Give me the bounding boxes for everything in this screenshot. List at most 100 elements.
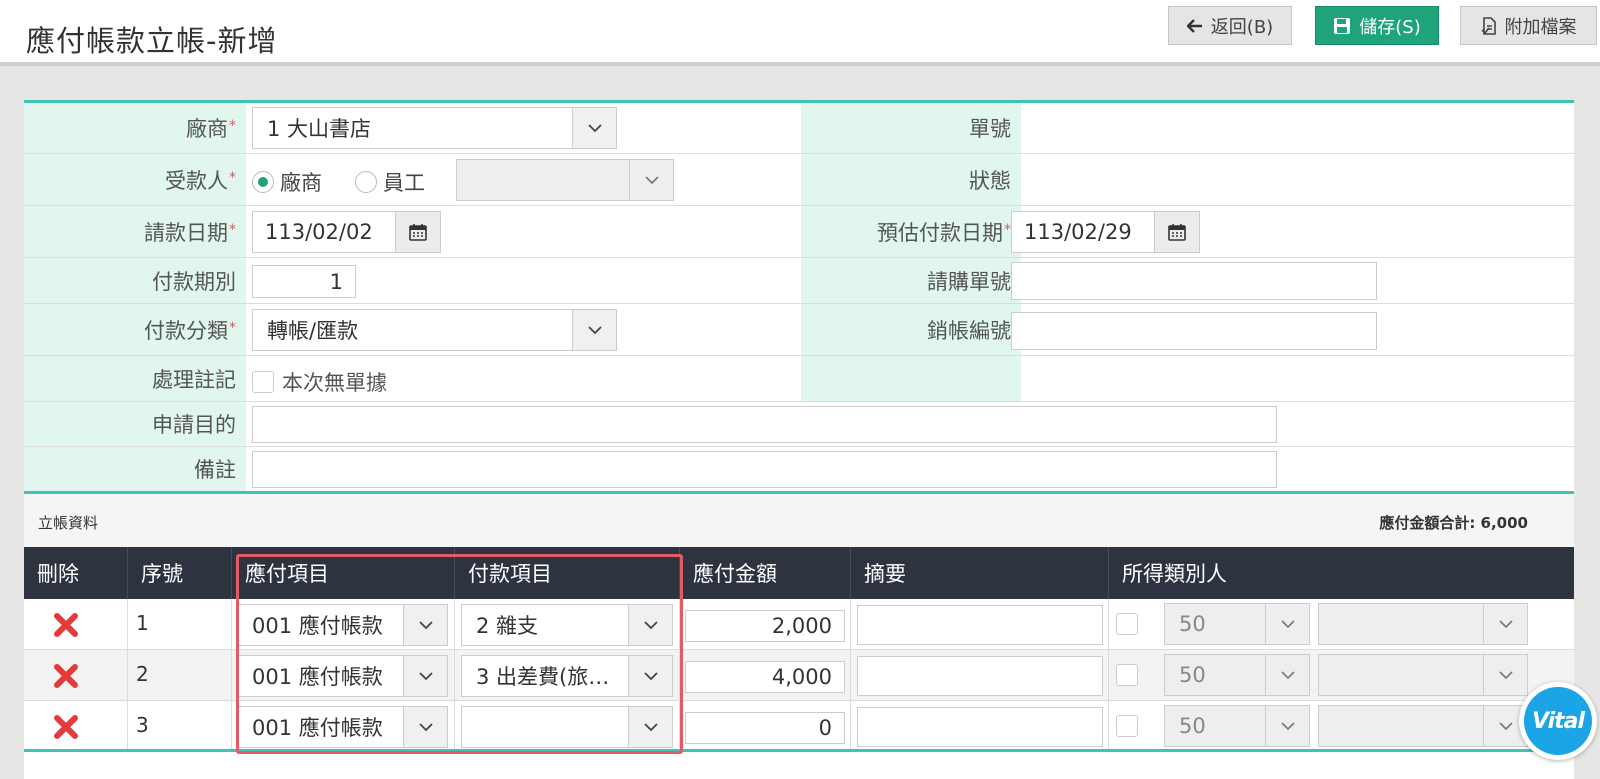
pay-item-select[interactable]: 3 出差費(旅…	[461, 655, 673, 697]
writeoff-no-label: 銷帳編號	[801, 304, 1021, 355]
chevron-down-icon[interactable]	[1265, 655, 1309, 695]
income-type-select[interactable]: 50	[1164, 654, 1310, 696]
vital-chat-button[interactable]: Vital	[1519, 682, 1597, 760]
x-icon[interactable]	[52, 611, 80, 639]
floppy-disk-icon	[1334, 17, 1351, 34]
est-pay-date-input[interactable]: 113/02/29	[1011, 211, 1157, 253]
row-seq: 2	[128, 650, 232, 700]
amount-input[interactable]: 0	[685, 712, 845, 744]
no-receipt-checkbox[interactable]: 本次無單據	[252, 367, 387, 397]
total-amount-text: 應付金額合計: 6,000	[1379, 514, 1528, 532]
writeoff-no-input[interactable]	[1011, 312, 1377, 350]
col-header-delete: 刪除	[24, 547, 128, 599]
est-pay-date-label: 預估付款日期 *	[801, 206, 1021, 257]
item-select-value: 001 應付帳款	[252, 716, 383, 740]
back-button-label: 返回(B)	[1210, 16, 1274, 38]
summary-input[interactable]	[857, 605, 1103, 645]
summary-input[interactable]	[857, 707, 1103, 747]
income-type-select[interactable]: 50	[1164, 603, 1310, 645]
purpose-label: 申請目的	[24, 402, 246, 446]
remark-input[interactable]	[252, 451, 1277, 488]
purpose-input[interactable]	[252, 406, 1277, 443]
chevron-down-icon[interactable]	[1483, 604, 1527, 644]
payee-radio-vendor-label: 廠商	[280, 171, 322, 195]
form-row-category: 付款分類 * 轉帳/匯款 銷帳編號	[24, 304, 1574, 356]
request-date-label: 請款日期 *	[24, 206, 246, 257]
calendar-icon[interactable]	[395, 211, 441, 253]
table-row: 3 001 應付帳款 0 50	[24, 701, 1574, 749]
item-select[interactable]: 001 應付帳款	[237, 706, 448, 748]
note-mark-label: 處理註記	[24, 356, 246, 401]
amount-input[interactable]: 4,000	[685, 661, 845, 693]
section-title: 立帳資料	[38, 514, 99, 532]
col-header-seq: 序號	[128, 547, 232, 599]
pay-item-select[interactable]	[461, 706, 673, 748]
checkbox-unchecked-icon[interactable]	[252, 371, 274, 393]
pay-item-select-value: 2 雜支	[476, 614, 539, 638]
employee-select[interactable]	[456, 159, 674, 201]
table-row: 2 001 應付帳款 3 出差費(旅… 4,000 50	[24, 650, 1574, 701]
chevron-down-icon[interactable]	[628, 707, 672, 747]
period-label: 付款期別	[24, 258, 246, 303]
income-type-select[interactable]: 50	[1164, 705, 1310, 747]
chevron-down-icon[interactable]	[1483, 655, 1527, 695]
income-person-select[interactable]	[1318, 654, 1528, 696]
income-checkbox[interactable]	[1116, 715, 1138, 737]
save-button[interactable]: 儲存(S)	[1315, 6, 1439, 45]
chevron-down-icon[interactable]	[572, 310, 616, 350]
calendar-icon[interactable]	[1154, 211, 1200, 253]
arrow-left-icon	[1186, 18, 1202, 33]
form-row-payee: 受款人 * 廠商 員工 狀態	[24, 154, 1574, 206]
request-date-input[interactable]: 113/02/02	[252, 211, 398, 253]
pay-item-select-value: 3 出差費(旅…	[476, 665, 610, 689]
chevron-down-icon[interactable]	[628, 605, 672, 645]
x-icon[interactable]	[52, 713, 80, 741]
chevron-down-icon[interactable]	[1265, 706, 1309, 746]
item-select-value: 001 應付帳款	[252, 665, 383, 689]
pay-item-select[interactable]: 2 雜支	[461, 604, 673, 646]
attach-file-button-label: 附加檔案	[1504, 16, 1577, 38]
chevron-down-icon[interactable]	[628, 656, 672, 696]
income-checkbox[interactable]	[1116, 664, 1138, 686]
pay-category-select[interactable]: 轉帳/匯款	[252, 309, 617, 351]
chevron-down-icon[interactable]	[629, 160, 673, 200]
amount-input[interactable]: 2,000	[685, 610, 845, 642]
chevron-down-icon[interactable]	[572, 108, 616, 148]
col-header-income-type: 所得類別人	[1122, 562, 1227, 586]
income-person-select[interactable]	[1318, 705, 1528, 747]
no-receipt-label: 本次無單據	[282, 371, 387, 395]
col-header-amount: 應付金額	[680, 547, 851, 599]
row-seq: 3	[128, 701, 232, 749]
item-select[interactable]: 001 應付帳款	[237, 655, 448, 697]
pay-category-label: 付款分類 *	[24, 304, 246, 355]
purchase-no-input[interactable]	[1011, 262, 1377, 300]
income-type-select-value: 50	[1179, 714, 1206, 738]
vendor-label: 廠商 *	[24, 103, 246, 153]
income-person-select[interactable]	[1318, 603, 1528, 645]
table-bottom-line	[24, 749, 1574, 752]
radio-unselected-icon[interactable]	[355, 171, 377, 193]
form-row-purpose: 申請目的	[24, 402, 1574, 447]
form-row-period: 付款期別 1 請購單號	[24, 258, 1574, 304]
attach-file-button[interactable]: 附加檔案	[1460, 6, 1597, 45]
chevron-down-icon[interactable]	[1265, 604, 1309, 644]
period-input[interactable]: 1	[252, 265, 356, 298]
form-card: 廠商 * 1 大山書店 單號 受款人 * 廠商 員工 狀態 請款日期 * 113/02…	[24, 100, 1574, 779]
chevron-down-icon[interactable]	[403, 605, 447, 645]
radio-selected-icon[interactable]	[252, 171, 274, 193]
col-header-summary: 摘要	[851, 547, 1109, 599]
summary-input[interactable]	[857, 656, 1103, 696]
x-icon[interactable]	[52, 662, 80, 690]
payee-radio-vendor[interactable]: 廠商	[252, 167, 322, 197]
vendor-select[interactable]: 1 大山書店	[252, 107, 617, 149]
payee-radio-employee[interactable]: 員工	[355, 167, 425, 197]
back-button[interactable]: 返回(B)	[1168, 6, 1292, 45]
purchase-no-label: 請購單號	[801, 258, 1021, 303]
form-row-dates: 請款日期 * 113/02/02 預估付款日期 * 113/02/29	[24, 206, 1574, 258]
chevron-down-icon[interactable]	[403, 707, 447, 747]
item-select[interactable]: 001 應付帳款	[237, 604, 448, 646]
income-checkbox[interactable]	[1116, 613, 1138, 635]
item-select-value: 001 應付帳款	[252, 614, 383, 638]
vital-logo-icon: Vital	[1524, 687, 1592, 755]
chevron-down-icon[interactable]	[403, 656, 447, 696]
